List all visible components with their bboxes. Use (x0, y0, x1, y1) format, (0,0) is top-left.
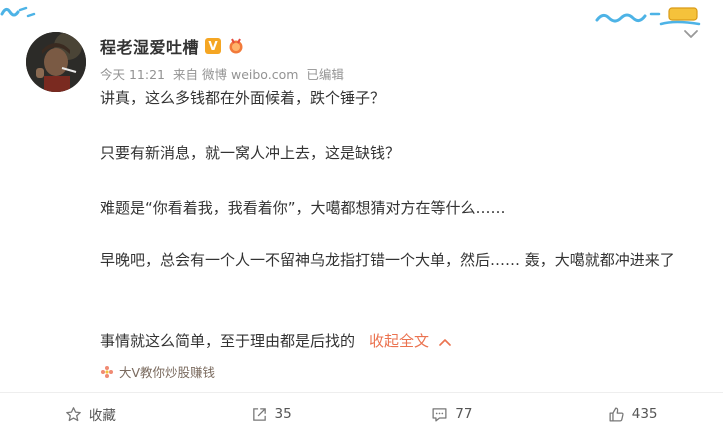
post-time[interactable]: 今天 11:21 (100, 64, 165, 83)
divider (0, 392, 723, 393)
medal-icon (229, 38, 243, 54)
edited-label[interactable]: 已编辑 (306, 64, 344, 83)
repost-icon (252, 407, 266, 421)
comment-icon (432, 407, 447, 422)
repost-button[interactable]: 35 (181, 394, 362, 434)
like-icon (609, 406, 624, 422)
chevron-down-icon[interactable] (683, 28, 699, 40)
source-prefix: 来自 (173, 67, 199, 82)
favorite-button[interactable]: 收藏 (0, 394, 181, 434)
post-meta: 今天 11:21 来自 微博 weibo.com 已编辑 (100, 64, 344, 83)
collapse-button[interactable]: 收起全文 (369, 332, 451, 350)
decoration-wave-right (595, 7, 701, 26)
like-button[interactable]: 435 (542, 394, 723, 434)
avatar[interactable] (26, 32, 86, 92)
topic-tag[interactable]: 大V教你炒股赚钱 (100, 362, 215, 381)
topic-flower-icon (101, 365, 113, 378)
avatar-image (26, 32, 86, 92)
last-paragraph: 事情就这么简单，至于理由都是后找的 收起全文 (100, 329, 451, 353)
action-bar: 收藏 35 77 435 (0, 394, 723, 434)
paragraph: 事情就这么简单，至于理由都是后找的 (100, 332, 356, 350)
paragraph: 难题是“你看着我，我看着你”，大噶都想猜对方在等什么…… (100, 199, 506, 217)
decoration-wave-left (0, 6, 36, 18)
star-icon (66, 406, 81, 421)
verified-v-icon: V (205, 38, 222, 54)
repost-count: 35 (274, 406, 292, 422)
topic-tag-label: 大V教你炒股赚钱 (119, 365, 216, 380)
favorite-label: 收藏 (88, 408, 116, 424)
comment-count: 77 (455, 406, 473, 422)
comment-button[interactable]: 77 (362, 394, 543, 434)
post-source[interactable]: 微博 weibo.com (202, 67, 298, 82)
paragraph: 讲真，这么多钱都在外面候着，跌个锤子？ (100, 89, 386, 107)
author-name[interactable]: 程老湿爱吐槽 (100, 34, 199, 58)
author-row: 程老湿爱吐槽 V (100, 34, 245, 58)
collapse-label: 收起全文 (369, 332, 430, 350)
paragraph: 早晚吧，总会有一个人一不留神乌龙指打错一个大单，然后…… 轰，大噶就都冲进来了 (100, 251, 675, 269)
like-count: 435 (631, 406, 658, 422)
chevron-up-icon (439, 338, 451, 346)
paragraph: 只要有新消息，就一窝人冲上去，这是缺钱？ (100, 144, 401, 162)
